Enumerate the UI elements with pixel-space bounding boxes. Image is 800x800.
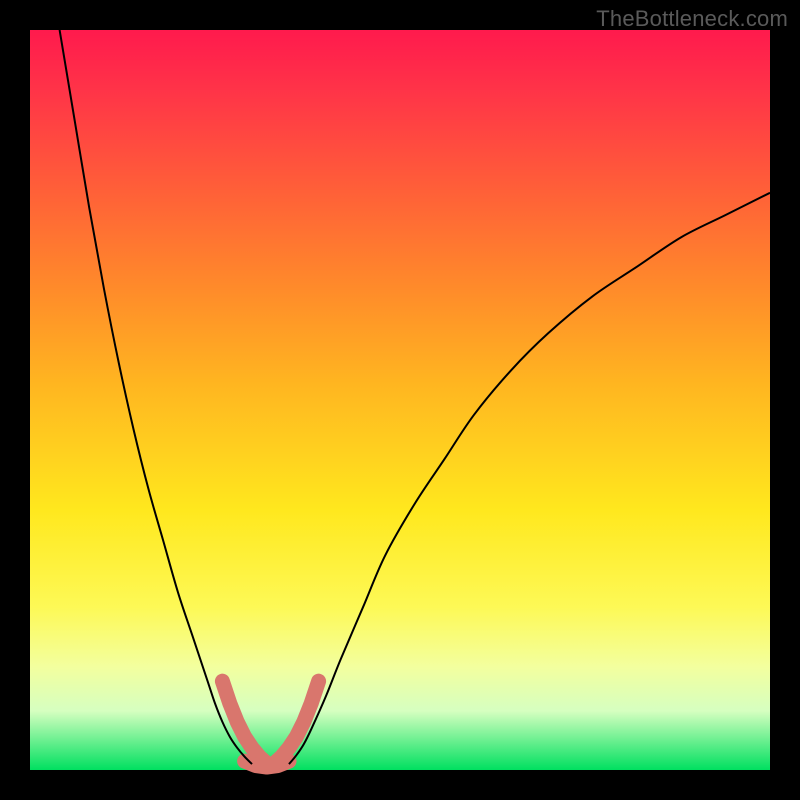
series-right-curve — [289, 193, 770, 764]
series-left-curve — [60, 30, 252, 764]
series-valley-band-left — [222, 681, 266, 763]
curve-svg — [30, 30, 770, 770]
series-valley-band-right — [274, 681, 318, 763]
plot-area — [30, 30, 770, 770]
chart-frame: TheBottleneck.com — [0, 0, 800, 800]
watermark-text: TheBottleneck.com — [596, 6, 788, 32]
